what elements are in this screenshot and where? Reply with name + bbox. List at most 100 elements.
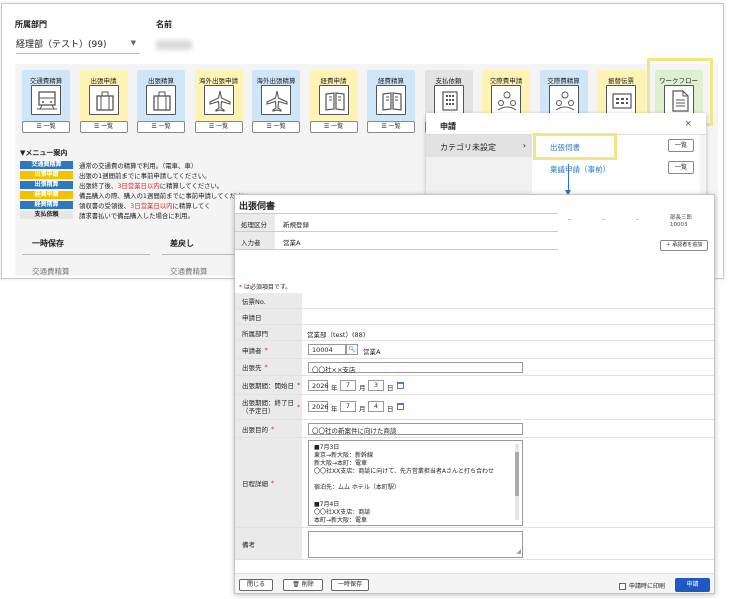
- schedule-line: 宿泊先：ムム ホテル（本町駅）: [314, 484, 400, 492]
- apply-button[interactable]: 申請: [675, 578, 710, 592]
- voucher-icon: [606, 85, 636, 115]
- field-row-dept: 所属部門 営業部（test）(88): [235, 325, 714, 341]
- airplane-icon: [203, 85, 234, 115]
- approval-key: 処理区分: [235, 214, 275, 231]
- resize-handle-icon[interactable]: ◢: [516, 548, 521, 556]
- guide-text: 請求書払いで備品購入した場合に利用。: [79, 211, 194, 220]
- destination-input[interactable]: 〇〇社××支店: [308, 362, 523, 374]
- start-day-input[interactable]: 3: [368, 380, 384, 391]
- end-month-input[interactable]: 7: [340, 401, 356, 412]
- menu-tile-label: 交際費申請: [489, 77, 523, 85]
- menu-tile-label: 海外出張申請: [199, 77, 238, 85]
- required-star: *: [297, 381, 301, 389]
- remarks-textarea[interactable]: ◢: [308, 531, 523, 558]
- field-label-destination: 出張先 *: [235, 359, 302, 375]
- list-button[interactable]: ☰ 一覧: [367, 121, 415, 133]
- menu-tile[interactable]: 海外出張精算: [252, 70, 300, 125]
- print-label: 申請時に印刷: [629, 583, 666, 590]
- menu-tile[interactable]: 経費申請: [309, 70, 358, 125]
- guide-tag: 出張申請: [20, 171, 73, 179]
- calendar-icon[interactable]: [397, 382, 404, 389]
- field-label-start-date: 出張期間：開始日 *: [235, 376, 302, 394]
- menu-tile-label: 出張申請: [90, 77, 117, 85]
- scrollbar-thumb[interactable]: [515, 452, 519, 496]
- stamp-slot: –: [602, 217, 605, 223]
- field-label: 所属部門: [235, 325, 302, 340]
- dropdown-title: 申請: [426, 113, 706, 135]
- list-button[interactable]: ☰ 一覧: [22, 121, 70, 133]
- required-star: *: [264, 363, 268, 371]
- menu-tile-label: 支払依頼: [435, 77, 462, 85]
- required-star: *: [271, 478, 275, 487]
- search-icon[interactable]: 🔍︎: [346, 344, 358, 355]
- menu-tile-label: 経費申請: [320, 77, 347, 85]
- field-label: 出張目的: [242, 425, 268, 434]
- year-unit: 年: [331, 405, 338, 413]
- building-icon: [433, 85, 464, 115]
- guide-text: 出張終了後、3日営業日以内に精算してください。: [79, 181, 224, 190]
- menu-tile-label: 交際費精算: [547, 77, 580, 85]
- returned-item[interactable]: 交通費精算: [170, 266, 208, 277]
- briefcase-icon: [88, 85, 119, 115]
- field-label-applicant: 申請者 *: [235, 341, 302, 358]
- delete-button[interactable]: 🗑 削除: [283, 579, 323, 591]
- list-button[interactable]: 一覧: [668, 161, 694, 174]
- trip-request-highlight: [533, 133, 617, 160]
- menu-tile[interactable]: 交通費精算: [22, 70, 70, 125]
- start-month-input[interactable]: 7: [340, 380, 356, 391]
- list-button[interactable]: ☰ 一覧: [79, 121, 128, 133]
- menu-tile[interactable]: 海外出張申請: [194, 70, 243, 125]
- menu-tile[interactable]: 出張精算: [137, 70, 185, 125]
- close-icon[interactable]: ×: [684, 119, 692, 129]
- list-button[interactable]: ☰ 一覧: [252, 121, 300, 133]
- year-unit: 年: [331, 384, 338, 392]
- book-icon: [376, 85, 406, 115]
- end-day-input[interactable]: 4: [368, 401, 384, 412]
- print-checkbox[interactable]: 申請時に印刷: [619, 581, 665, 590]
- dept-select[interactable]: 経理部（テスト）(99) ▼: [16, 37, 140, 54]
- close-button[interactable]: 閉じる: [239, 579, 273, 591]
- start-year-input[interactable]: 2026: [308, 380, 329, 391]
- purpose-input[interactable]: 〇〇社の新案件に向けた商談: [308, 423, 523, 435]
- required-star: *: [297, 403, 301, 411]
- approval-value: 新規登録: [283, 221, 309, 229]
- schedule-line: [314, 493, 517, 501]
- month-unit: 月: [359, 384, 366, 392]
- field-row-schedule: 日程詳細 * ■7月3日 東京→新大阪：新幹線 新大阪→本町：電車 〇〇社XX支店：商談…: [235, 438, 714, 528]
- schedule-textarea[interactable]: ■7月3日 東京→新大阪：新幹線 新大阪→本町：電車 〇〇社XX支店：商談に向けて、先…: [308, 440, 523, 526]
- guide-text: 領収書の受領後、3日営業日以内に精算してく: [79, 201, 211, 210]
- calendar-icon[interactable]: [397, 403, 404, 410]
- checkbox-icon[interactable]: [619, 583, 626, 590]
- field-row-purpose: 出張目的 * 〇〇社の新案件に向けた商談: [235, 420, 714, 438]
- list-button[interactable]: 一覧: [668, 139, 694, 152]
- book-icon: [318, 85, 349, 115]
- menu-tile[interactable]: 出張申請: [79, 70, 128, 125]
- textarea-scrollbar[interactable]: [515, 444, 519, 520]
- trip-request-form: 出張伺書 処理区分 新規登録 入力者 営業A – – – 部長三郎 10003 …: [234, 194, 715, 594]
- guide-tag: 支払依頼: [20, 211, 73, 219]
- approver-stamps: – – – 部長三郎 10003: [568, 213, 708, 235]
- temp-save-item[interactable]: 交通費精算: [32, 266, 70, 277]
- field-row-end-date: 出張期間：終了日（予定日） * 2026 年 7 月 4 日: [235, 395, 714, 420]
- end-year-input[interactable]: 2026: [308, 401, 329, 412]
- category-item[interactable]: カテゴリ未設定 ›: [426, 135, 532, 157]
- temp-save-button[interactable]: 一時保存: [331, 579, 369, 591]
- dept-value: 営業部（test）(88): [307, 331, 366, 339]
- required-note-text: は必須項目です。: [242, 284, 292, 291]
- approval-value: 営業A: [283, 239, 301, 247]
- list-button[interactable]: ☰ 一覧: [194, 121, 243, 133]
- dept-label: 所属部門: [15, 20, 47, 29]
- add-approver-button[interactable]: ＋ 承認者を追加: [660, 240, 708, 251]
- guide-title: ▼メニュー案内: [20, 149, 68, 157]
- applicant-code-input[interactable]: 10004: [308, 344, 346, 355]
- list-button[interactable]: ☰ 一覧: [137, 121, 185, 133]
- list-button[interactable]: ☰ 一覧: [309, 121, 358, 133]
- month-unit: 月: [359, 405, 366, 413]
- chevron-right-icon: ›: [522, 141, 526, 150]
- menu-tile[interactable]: 経費精算: [367, 70, 415, 125]
- train-icon: [31, 85, 61, 115]
- form-item-ringi-request[interactable]: 稟議申請（事前）: [550, 164, 610, 175]
- guide-tag: 交通費精算: [20, 161, 73, 169]
- menu-tile-label: 出張精算: [148, 77, 174, 85]
- guide-tag: 出張精算: [20, 181, 73, 189]
